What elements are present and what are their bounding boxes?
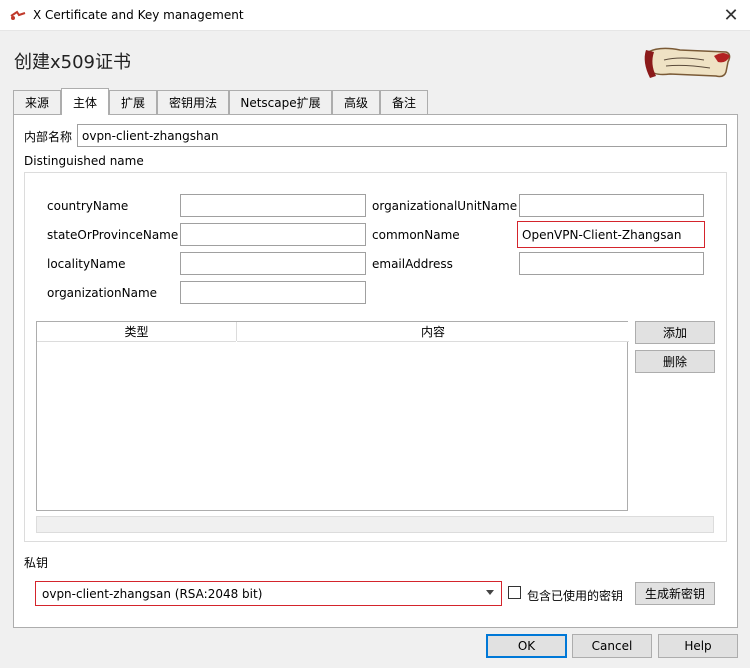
column-header-content[interactable]: 内容	[237, 322, 629, 342]
tab-key-usage[interactable]: 密钥用法	[157, 90, 229, 114]
org-unit-label: organizationalUnitName	[372, 199, 518, 213]
horizontal-scrollbar[interactable]	[36, 516, 714, 533]
xca-logo-icon	[644, 47, 731, 78]
page-title: 创建x509证书	[14, 52, 132, 73]
close-button[interactable]: ✕	[712, 0, 750, 31]
internal-name-label: 内部名称	[24, 130, 73, 144]
locality-label: localityName	[47, 257, 126, 271]
ok-button[interactable]: OK	[486, 634, 567, 658]
tab-comment[interactable]: 备注	[380, 90, 428, 114]
country-name-input[interactable]	[180, 194, 366, 217]
email-input[interactable]	[519, 252, 704, 275]
include-used-keys-label: 包含已使用的密钥	[527, 589, 624, 603]
private-key-label: 私钥	[24, 556, 49, 570]
state-label: stateOrProvinceName	[47, 228, 179, 242]
cancel-button[interactable]: Cancel	[572, 634, 652, 658]
close-icon: ✕	[723, 5, 739, 26]
organization-input[interactable]	[180, 281, 366, 304]
common-name-label: commonName	[372, 228, 460, 242]
app-icon	[10, 10, 26, 20]
email-label: emailAddress	[372, 257, 453, 271]
column-header-type[interactable]: 类型	[37, 322, 236, 342]
chevron-down-icon[interactable]	[486, 590, 494, 595]
org-unit-input[interactable]	[519, 194, 704, 217]
tab-advanced[interactable]: 高级	[332, 90, 380, 114]
dn-group-label: Distinguished name	[24, 154, 144, 168]
common-name-input[interactable]: OpenVPN-Client-Zhangsan	[517, 221, 705, 248]
help-button[interactable]: Help	[658, 634, 738, 658]
tab-extensions[interactable]: 扩展	[109, 90, 157, 114]
delete-button[interactable]: 删除	[635, 350, 715, 373]
tab-subject[interactable]: 主体	[61, 88, 109, 115]
state-input[interactable]	[180, 223, 366, 246]
tab-netscape[interactable]: Netscape扩展	[229, 90, 332, 114]
locality-input[interactable]	[180, 252, 366, 275]
include-used-keys-checkbox[interactable]	[508, 586, 521, 599]
private-key-select[interactable]: ovpn-client-zhangsan (RSA:2048 bit)	[35, 581, 502, 606]
window-title: X Certificate and Key management	[33, 8, 244, 22]
generate-key-button[interactable]: 生成新密钥	[635, 582, 715, 605]
organization-label: organizationName	[47, 286, 158, 300]
country-name-label: countryName	[47, 199, 129, 213]
internal-name-input[interactable]: ovpn-client-zhangshan	[77, 124, 727, 147]
extra-dn-table[interactable]: 类型 内容	[36, 321, 629, 511]
add-button[interactable]: 添加	[635, 321, 715, 344]
tab-source[interactable]: 来源	[13, 90, 61, 114]
